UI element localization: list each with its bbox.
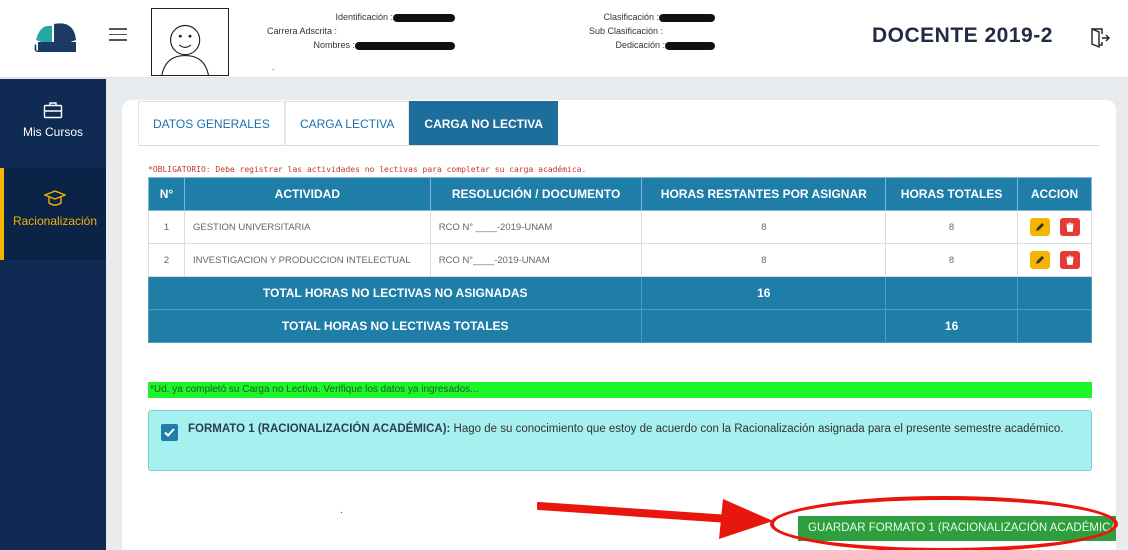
total-label: TOTAL HORAS NO LECTIVAS TOTALES <box>147 309 643 343</box>
red-arrow-annotation <box>537 499 773 539</box>
header-dot: . <box>272 62 275 72</box>
pencil-icon <box>1035 223 1044 231</box>
actions-cell <box>1017 210 1092 244</box>
actividad-cell: INVESTIGACION Y PRODUCCION INTELECTUAL <box>183 243 431 277</box>
formato-1-box: FORMATO 1 (RACIONALIZACIÓN ACADÉMICA): H… <box>148 410 1092 471</box>
redacted-value <box>355 41 455 50</box>
tab-bar: DATOS GENERALES CARGA LECTIVA CARGA NO L… <box>138 101 559 145</box>
formato-title: FORMATO 1 (RACIONALIZACIÓN ACADÉMICA): <box>188 423 451 435</box>
sidebar-item-racionalizacion[interactable]: Racionalización <box>0 168 106 260</box>
clasificacion-label: Clasificación : <box>603 12 659 22</box>
sidebar-item-mis-cursos[interactable]: Mis Cursos <box>0 101 106 161</box>
delete-button[interactable] <box>1059 218 1080 236</box>
dedicacion-label: Dedicación : <box>615 40 665 50</box>
column-header: ACCION <box>1017 177 1092 211</box>
teacher-info: Identificación : Carrera Adscrita : Nomb… <box>245 10 455 52</box>
column-header: ACTIVIDAD <box>183 177 431 211</box>
logo-text: UNAM <box>34 43 69 55</box>
horas-totales-cell: 8 <box>885 210 1018 244</box>
row-number: 2 <box>148 243 185 277</box>
total-empty-cell <box>1017 309 1092 343</box>
trash-icon <box>1066 222 1073 232</box>
no-lectiva-table: N° ACTIVIDAD RESOLUCIÓN / DOCUMENTO HORA… <box>147 177 1092 343</box>
formato-text: FORMATO 1 (RACIONALIZACIÓN ACADÉMICA): H… <box>188 419 1068 439</box>
actions-cell <box>1017 243 1092 277</box>
horas-restantes-cell: 8 <box>641 210 887 244</box>
tab-datos-generales[interactable]: DATOS GENERALES <box>138 101 285 145</box>
trash-icon <box>1066 255 1073 265</box>
total-empty-cell <box>1017 276 1092 310</box>
avatar <box>151 8 229 76</box>
classification-info: Clasificación : Sub Clasificación : Dedi… <box>540 10 715 52</box>
total-no-asignadas-row: TOTAL HORAS NO LECTIVAS NO ASIGNADAS 16 <box>147 276 1092 310</box>
check-icon <box>164 428 175 437</box>
carrera-label: Carrera Adscrita : <box>266 26 337 36</box>
total-empty-cell <box>885 276 1018 310</box>
redacted-value <box>659 13 715 22</box>
briefcase-icon <box>43 102 63 119</box>
logout-icon[interactable] <box>1089 27 1111 49</box>
menu-toggle-icon[interactable] <box>109 28 127 42</box>
horas-totales-cell: 8 <box>885 243 1018 277</box>
total-value: 16 <box>885 309 1018 343</box>
table-row: 2 INVESTIGACION Y PRODUCCION INTELECTUAL… <box>148 243 1092 277</box>
resolucion-cell: RCO N°____-2019-UNAM <box>429 243 643 277</box>
graduation-cap-icon <box>44 190 66 206</box>
red-ellipse-annotation <box>770 496 1118 550</box>
formato-checkbox[interactable] <box>161 424 178 441</box>
top-header: UNAM Identificación : Carrera Adscrita :… <box>0 0 1128 78</box>
redacted-value <box>665 41 715 50</box>
unam-logo[interactable] <box>30 18 82 62</box>
pencil-icon <box>1035 256 1044 264</box>
tab-divider <box>138 145 1100 146</box>
column-header: HORAS RESTANTES POR ASIGNAR <box>641 177 887 211</box>
sidebar-item-label: Racionalización <box>12 214 98 228</box>
column-header: RESOLUCIÓN / DOCUMENTO <box>429 177 643 211</box>
page-title: DOCENTE 2019-2 <box>872 24 1053 47</box>
edit-button[interactable] <box>1029 218 1050 236</box>
sub-clasificacion-label: Sub Clasificación : <box>588 26 663 36</box>
total-totales-row: TOTAL HORAS NO LECTIVAS TOTALES 16 <box>147 309 1092 343</box>
total-label: TOTAL HORAS NO LECTIVAS NO ASIGNADAS <box>147 276 643 310</box>
sidebar-item-label: Mis Cursos <box>22 125 83 139</box>
column-header: N° <box>148 177 185 211</box>
row-number: 1 <box>148 210 185 244</box>
horas-restantes-cell: 8 <box>641 243 887 277</box>
tab-carga-lectiva[interactable]: CARGA LECTIVA <box>284 101 410 145</box>
nombres-label: Nombres : <box>313 40 355 50</box>
total-empty-cell <box>641 309 887 343</box>
total-value: 16 <box>641 276 887 310</box>
formato-body: Hago de su conocimiento que estoy de acu… <box>450 423 1064 435</box>
delete-button[interactable] <box>1059 251 1080 269</box>
resolucion-cell: RCO N° ____-2019-UNAM <box>429 210 643 244</box>
sidebar: Mis Cursos Racionalización <box>0 79 106 550</box>
column-header: HORAS TOTALES <box>885 177 1018 211</box>
identificacion-label: Identificación : <box>335 12 393 22</box>
table-row: 1 GESTION UNIVERSITARIA RCO N° ____-2019… <box>148 210 1092 244</box>
redacted-value <box>393 13 455 22</box>
tab-carga-no-lectiva[interactable]: CARGA NO LECTIVA <box>409 101 559 145</box>
edit-button[interactable] <box>1029 251 1050 269</box>
completion-notice: *Ud. ya completó su Carga no Lectiva. Ve… <box>148 382 1092 398</box>
actividad-cell: GESTION UNIVERSITARIA <box>183 210 431 244</box>
footer-dot: . <box>340 505 343 516</box>
obligatorio-note: *OBLIGATORIO: Debe registrar las activid… <box>148 165 587 174</box>
main-card: DATOS GENERALES CARGA LECTIVA CARGA NO L… <box>122 100 1116 550</box>
